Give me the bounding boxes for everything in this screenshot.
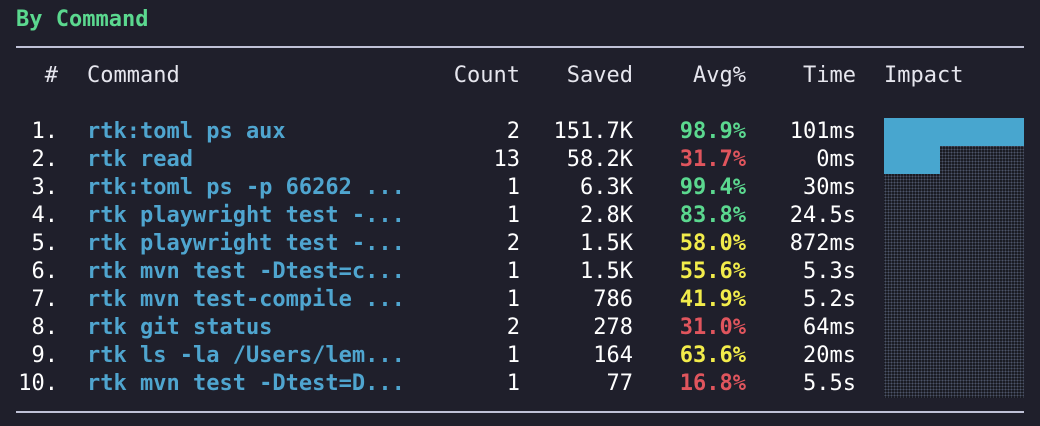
row-avg: 16.8% <box>679 371 746 396</box>
row-count: 1 <box>506 343 520 368</box>
row-num: 7. <box>31 287 59 312</box>
header-num: # <box>44 63 58 88</box>
row-time: 872ms <box>789 231 856 256</box>
row-avg: 55.6% <box>679 259 746 284</box>
row-num: 4. <box>31 203 59 228</box>
row-count: 2 <box>506 315 520 340</box>
header-command: Command <box>87 63 180 88</box>
row-num: 2. <box>31 147 59 172</box>
row-avg: 58.0% <box>679 231 746 256</box>
row-command: rtk mvn test -Dtest=c... <box>87 259 405 284</box>
row-count: 1 <box>506 371 520 396</box>
header-count: Count <box>453 63 520 88</box>
row-avg: 41.9% <box>679 287 746 312</box>
row-time: 30ms <box>803 175 856 200</box>
row-saved: 58.2K <box>566 147 633 172</box>
bottom-divider <box>16 411 1024 413</box>
table-header: # Command Count Saved Avg% Time Impact <box>0 62 1040 90</box>
row-time: 64ms <box>803 315 856 340</box>
row-saved: 786 <box>593 287 633 312</box>
row-count: 1 <box>506 259 520 284</box>
row-num: 9. <box>31 343 59 368</box>
row-count: 1 <box>506 175 520 200</box>
top-divider <box>16 46 1024 48</box>
row-avg: 83.8% <box>679 203 746 228</box>
row-saved: 6.3K <box>580 175 633 200</box>
header-time: Time <box>803 63 856 88</box>
row-num: 8. <box>31 315 59 340</box>
row-num: 10. <box>18 371 58 396</box>
header-avg: Avg% <box>693 63 746 88</box>
impact-chart <box>884 118 1024 398</box>
row-saved: 164 <box>593 343 633 368</box>
row-command: rtk:toml ps aux <box>87 119 286 144</box>
row-avg: 63.6% <box>679 343 746 368</box>
row-count: 2 <box>506 231 520 256</box>
row-command: rtk playwright test -... <box>87 231 405 256</box>
row-time: 5.5s <box>803 371 856 396</box>
row-avg: 98.9% <box>679 119 746 144</box>
row-num: 5. <box>31 231 59 256</box>
row-command: rtk ls -la /Users/lem... <box>87 343 405 368</box>
row-time: 20ms <box>803 343 856 368</box>
row-num: 6. <box>31 259 59 284</box>
row-time: 0ms <box>816 147 856 172</box>
row-count: 2 <box>506 119 520 144</box>
row-time: 5.2s <box>803 287 856 312</box>
row-count: 13 <box>493 147 521 172</box>
row-saved: 151.7K <box>553 119 633 144</box>
section-title: By Command <box>16 7 149 32</box>
row-avg: 99.4% <box>679 175 746 200</box>
row-command: rtk mvn test-compile ... <box>87 287 405 312</box>
row-command: rtk mvn test -Dtest=D... <box>87 371 405 396</box>
row-saved: 1.5K <box>580 231 633 256</box>
row-time: 5.3s <box>803 259 856 284</box>
row-time: 101ms <box>789 119 856 144</box>
row-avg: 31.7% <box>679 147 746 172</box>
row-saved: 2.8K <box>580 203 633 228</box>
row-count: 1 <box>506 203 520 228</box>
impact-bar <box>884 118 1024 146</box>
row-command: rtk:toml ps -p 66262 ... <box>87 175 405 200</box>
row-count: 1 <box>506 287 520 312</box>
row-time: 24.5s <box>789 203 856 228</box>
header-impact: Impact <box>884 63 964 88</box>
row-saved: 77 <box>606 371 634 396</box>
row-command: rtk read <box>87 147 193 172</box>
row-command: rtk playwright test -... <box>87 203 405 228</box>
row-avg: 31.0% <box>679 315 746 340</box>
row-num: 3. <box>31 175 59 200</box>
row-command: rtk git status <box>87 315 273 340</box>
header-saved: Saved <box>566 63 633 88</box>
impact-bar <box>884 146 940 174</box>
row-num: 1. <box>31 119 59 144</box>
row-saved: 278 <box>593 315 633 340</box>
row-saved: 1.5K <box>580 259 633 284</box>
